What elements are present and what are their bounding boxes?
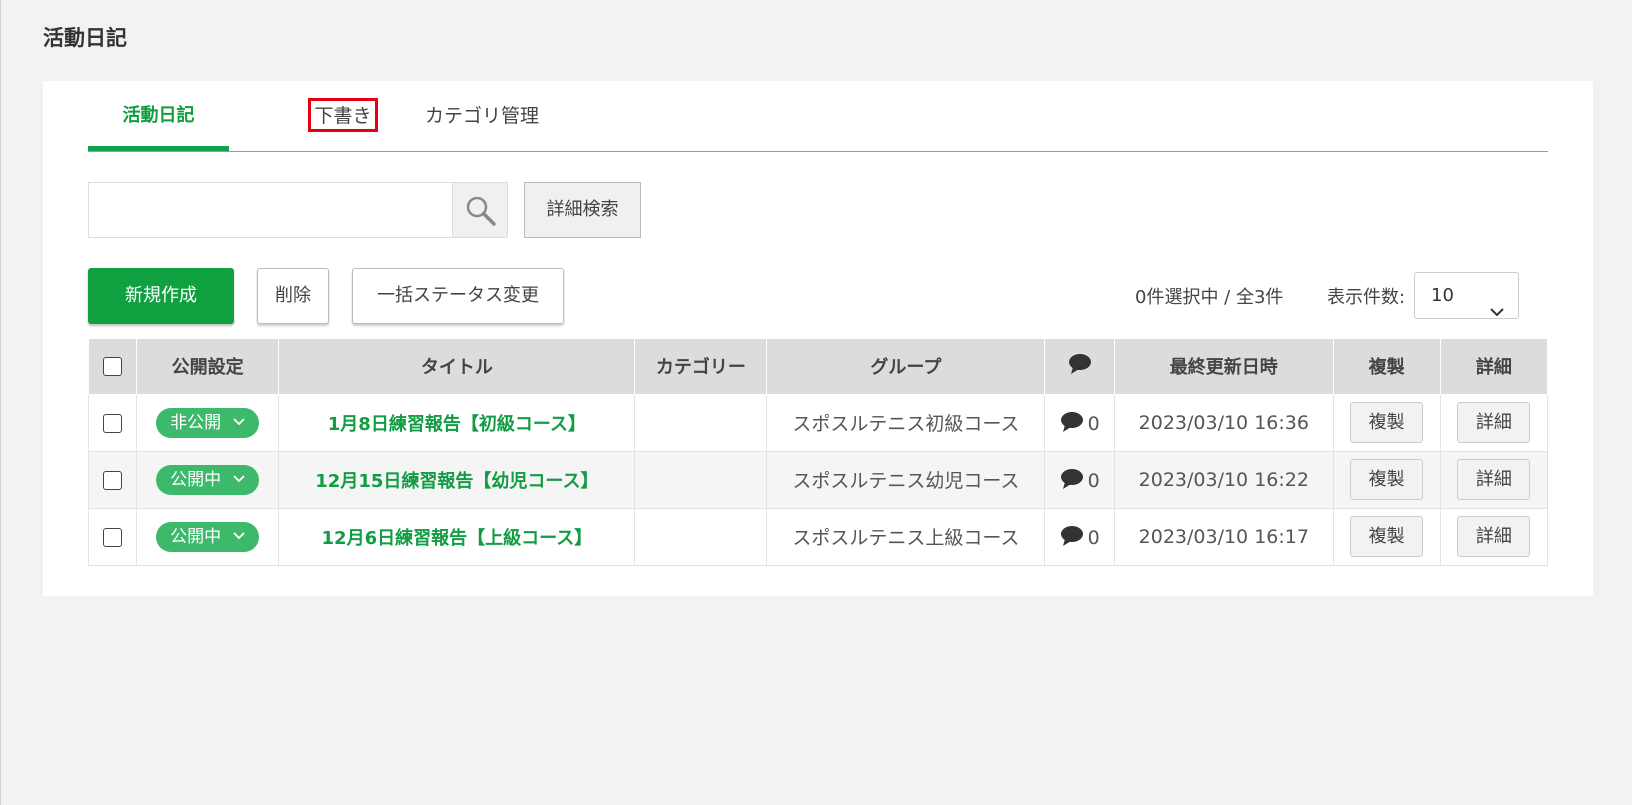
page-title: 活動日記 bbox=[43, 26, 127, 50]
copy-cell: 複製 bbox=[1332, 450, 1441, 509]
title-cell: 12月15日練習報告【幼児コース】 bbox=[278, 450, 636, 509]
new-button[interactable]: 新規作成 bbox=[88, 268, 234, 324]
header-detail: 詳細 bbox=[1439, 339, 1549, 395]
copy-button[interactable]: 複製 bbox=[1350, 516, 1424, 557]
search-input[interactable] bbox=[89, 183, 453, 237]
chevron-down-icon bbox=[233, 531, 245, 539]
comment-icon bbox=[1060, 411, 1083, 432]
status-cell: 公開中 bbox=[135, 450, 280, 509]
table-row: 非公開 1月8日練習報告【初級コース】 スポスルテニス初級コース 0 2023/… bbox=[88, 393, 1549, 452]
header-comments bbox=[1044, 339, 1116, 395]
header-updated[interactable]: 最終更新日時 bbox=[1114, 339, 1334, 395]
tab-category-management[interactable]: カテゴリ管理 bbox=[425, 101, 539, 131]
status-dropdown[interactable]: 公開中 bbox=[156, 521, 260, 552]
select-all-cell bbox=[88, 339, 137, 395]
title-link[interactable]: 1月8日練習報告【初級コース】 bbox=[328, 414, 586, 435]
updated-cell: 2023/03/10 16:22 bbox=[1114, 450, 1334, 509]
updated-cell: 2023/03/10 16:36 bbox=[1114, 393, 1334, 452]
copy-button[interactable]: 複製 bbox=[1350, 459, 1424, 500]
group-cell: スポスルテニス上級コース bbox=[766, 507, 1046, 566]
category-cell bbox=[634, 393, 768, 452]
per-page-select[interactable]: 10 bbox=[1414, 272, 1519, 319]
comment-count: 0 bbox=[1087, 412, 1100, 435]
detail-cell: 詳細 bbox=[1439, 450, 1549, 509]
comments-cell: 0 bbox=[1044, 507, 1116, 566]
search-button[interactable] bbox=[452, 183, 507, 237]
comment-count: 0 bbox=[1087, 526, 1100, 549]
comment-count: 0 bbox=[1087, 469, 1100, 492]
per-page-value: 10 bbox=[1431, 285, 1454, 306]
comment-icon bbox=[1060, 525, 1083, 546]
select-all-checkbox[interactable] bbox=[102, 357, 122, 377]
header-copy: 複製 bbox=[1332, 339, 1441, 395]
header-category[interactable]: カテゴリー bbox=[634, 339, 768, 395]
category-cell bbox=[634, 507, 768, 566]
comment-icon bbox=[1068, 353, 1092, 380]
group-cell: スポスルテニス初級コース bbox=[766, 393, 1046, 452]
status-label: 公開中 bbox=[170, 526, 222, 547]
detail-cell: 詳細 bbox=[1439, 393, 1549, 452]
status-dropdown[interactable]: 公開中 bbox=[156, 464, 260, 495]
diary-table: 公開設定 タイトル カテゴリー グループ 最終更新日時 複製 詳細 非公開 1月… bbox=[88, 339, 1549, 566]
copy-button[interactable]: 複製 bbox=[1350, 402, 1424, 443]
status-cell: 非公開 bbox=[135, 393, 280, 452]
table-row: 公開中 12月6日練習報告【上級コース】 スポスルテニス上級コース 0 2023… bbox=[88, 507, 1549, 566]
row-checkbox[interactable] bbox=[102, 527, 122, 547]
search-box bbox=[88, 182, 508, 238]
row-select-cell bbox=[88, 450, 137, 509]
comment-icon bbox=[1060, 468, 1083, 489]
updated-cell: 2023/03/10 16:17 bbox=[1114, 507, 1334, 566]
detail-cell: 詳細 bbox=[1439, 507, 1549, 566]
table-row: 公開中 12月15日練習報告【幼児コース】 スポスルテニス幼児コース 0 202… bbox=[88, 450, 1549, 509]
row-select-cell bbox=[88, 393, 137, 452]
chevron-down-icon bbox=[233, 417, 245, 425]
comments-cell: 0 bbox=[1044, 450, 1116, 509]
title-link[interactable]: 12月6日練習報告【上級コース】 bbox=[322, 528, 593, 549]
delete-button[interactable]: 削除 bbox=[257, 268, 329, 324]
status-label: 非公開 bbox=[170, 412, 222, 433]
title-link[interactable]: 12月15日練習報告【幼児コース】 bbox=[315, 471, 598, 492]
detail-button[interactable]: 詳細 bbox=[1457, 402, 1531, 443]
bulk-status-change-button[interactable]: 一括ステータス変更 bbox=[352, 268, 564, 324]
row-select-cell bbox=[88, 507, 137, 566]
row-checkbox[interactable] bbox=[102, 413, 122, 433]
main-card: 活動日記 下書き カテゴリ管理 詳細検索 新規作成 削除 一括ステータス変更 0… bbox=[43, 81, 1593, 596]
status-label: 公開中 bbox=[170, 469, 222, 490]
header-status[interactable]: 公開設定 bbox=[135, 339, 280, 395]
title-cell: 12月6日練習報告【上級コース】 bbox=[278, 507, 636, 566]
status-cell: 公開中 bbox=[135, 507, 280, 566]
status-dropdown[interactable]: 非公開 bbox=[156, 407, 260, 438]
tab-bar: 活動日記 下書き カテゴリ管理 bbox=[88, 81, 1548, 152]
detail-button[interactable]: 詳細 bbox=[1457, 516, 1531, 557]
table-header-row: 公開設定 タイトル カテゴリー グループ 最終更新日時 複製 詳細 bbox=[88, 339, 1549, 395]
category-cell bbox=[634, 450, 768, 509]
chevron-down-icon bbox=[1490, 289, 1504, 334]
per-page-label: 表示件数: bbox=[1327, 287, 1406, 308]
copy-cell: 複製 bbox=[1332, 507, 1441, 566]
title-cell: 1月8日練習報告【初級コース】 bbox=[278, 393, 636, 452]
advanced-search-button[interactable]: 詳細検索 bbox=[524, 182, 641, 238]
row-checkbox[interactable] bbox=[102, 470, 122, 490]
comments-cell: 0 bbox=[1044, 393, 1116, 452]
chevron-down-icon bbox=[233, 474, 245, 482]
detail-button[interactable]: 詳細 bbox=[1457, 459, 1531, 500]
tab-drafts[interactable]: 下書き bbox=[308, 98, 378, 132]
active-tab-indicator bbox=[88, 146, 229, 151]
copy-cell: 複製 bbox=[1332, 393, 1441, 452]
selection-count: 0件選択中 / 全3件 bbox=[1135, 287, 1284, 308]
header-group[interactable]: グループ bbox=[766, 339, 1046, 395]
group-cell: スポスルテニス幼児コース bbox=[766, 450, 1046, 509]
header-title[interactable]: タイトル bbox=[278, 339, 636, 395]
tab-activity-diary[interactable]: 活動日記 bbox=[88, 101, 229, 131]
